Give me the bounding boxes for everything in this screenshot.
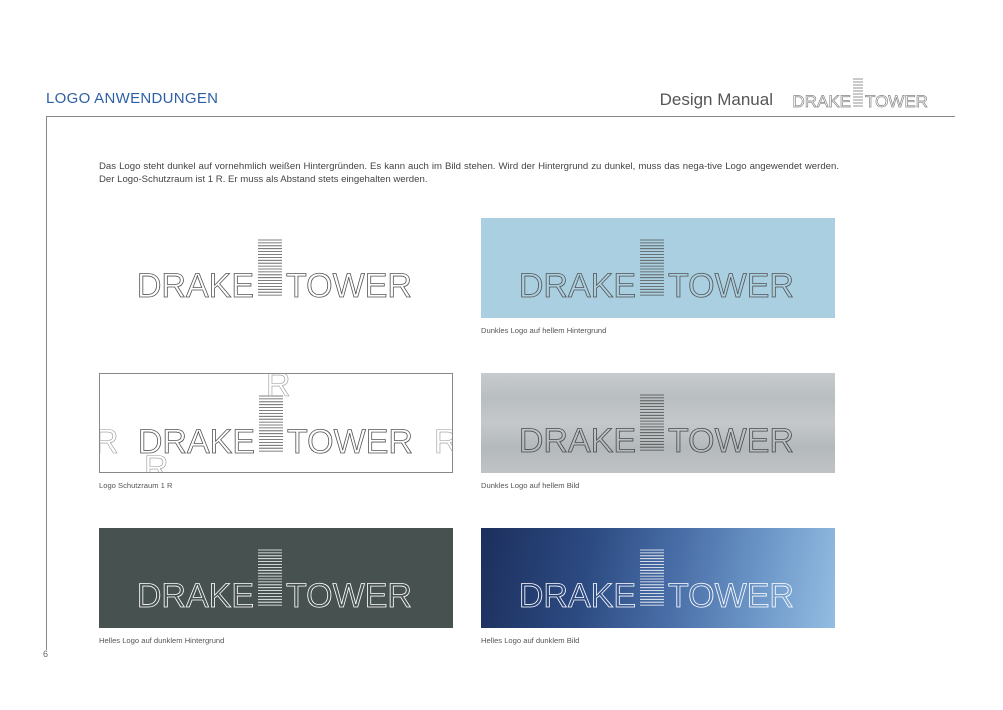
logo-panel-white: DRAKE TOWER <box>99 218 453 318</box>
spacing-letter-right: R <box>434 423 452 461</box>
logo-word-tower: TOWER <box>286 267 412 305</box>
drake-tower-logo: DRAKE TOWER <box>518 549 794 615</box>
tower-stripes-icon <box>640 394 664 451</box>
logo-panel-light-image: DRAKE TOWER <box>481 373 835 473</box>
intro-text: Das Logo steht dunkel auf vornehmlich we… <box>99 161 839 185</box>
header-branding: Design Manual DRAKE TOWER <box>660 78 945 110</box>
logo-panel-protection-zone: DRAKE TOWER R R R R <box>99 373 453 473</box>
drake-tower-logo: DRAKE TOWER <box>136 549 412 615</box>
page-number: 6 <box>43 649 49 659</box>
logo-panel-dark: DRAKE TOWER <box>99 528 453 628</box>
tower-stripes-icon <box>258 239 282 296</box>
panel-caption: Logo Schutzraum 1 R <box>99 481 173 490</box>
drake-tower-logo: DRAKE TOWER R R R R <box>100 374 452 472</box>
logo-panel-dark-image: DRAKE TOWER <box>481 528 835 628</box>
logo-word-tower: TOWER <box>668 577 794 615</box>
drake-tower-logo: DRAKE TOWER <box>518 394 794 460</box>
drake-tower-logo: DRAKE TOWER <box>518 239 794 305</box>
spacing-letter-bottom: R <box>144 449 169 472</box>
tower-stripes-icon <box>259 395 283 452</box>
logo-word-drake: DRAKE <box>519 422 636 460</box>
panel-caption: Helles Logo auf dunklem Bild <box>481 636 580 645</box>
logo-word-tower: TOWER <box>286 577 412 615</box>
tower-stripes-icon <box>640 549 664 606</box>
panel-caption: Dunkles Logo auf hellem Bild <box>481 481 580 490</box>
manual-label: Design Manual <box>659 90 773 109</box>
section-title: LOGO ANWENDUNGEN <box>46 90 219 107</box>
logo-word-drake: DRAKE <box>519 267 636 305</box>
frame-left-line <box>46 116 47 650</box>
drake-tower-logo: DRAKE TOWER <box>136 239 412 305</box>
header-drake-tower-logo: DRAKE TOWER <box>792 78 928 110</box>
logo-word-tower: TOWER <box>287 423 413 461</box>
tower-stripes-icon <box>640 239 664 296</box>
spacing-letter-left: R <box>100 423 119 461</box>
logo-word-tower: TOWER <box>668 267 794 305</box>
logo-word-drake: DRAKE <box>519 577 636 615</box>
panel-caption: Helles Logo auf dunklem Hintergrund <box>99 636 225 645</box>
frame-top-line <box>46 116 955 117</box>
spacing-letter-top: R <box>266 374 291 404</box>
logo-word-drake: DRAKE <box>137 577 254 615</box>
design-manual-page: LOGO ANWENDUNGEN Design Manual DRAKE TOW… <box>0 0 1003 710</box>
logo-word-drake: DRAKE <box>137 267 254 305</box>
logo-word-tower: TOWER <box>865 92 928 110</box>
tower-stripes-icon <box>258 549 282 606</box>
logo-word-tower: TOWER <box>668 422 794 460</box>
panel-caption: Dunkles Logo auf hellem Hintergrund <box>481 326 607 335</box>
tower-stripes-icon <box>853 78 863 107</box>
logo-panel-light-blue: DRAKE TOWER <box>481 218 835 318</box>
logo-word-drake: DRAKE <box>792 92 851 110</box>
